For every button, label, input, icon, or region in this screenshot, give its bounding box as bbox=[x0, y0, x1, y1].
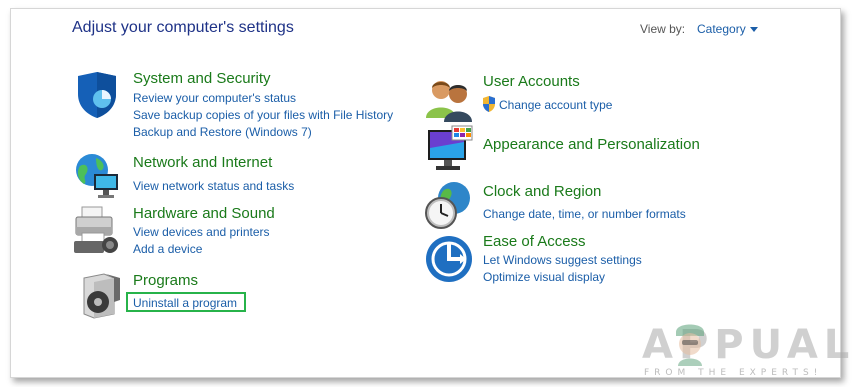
category-network-internet[interactable]: Network and Internet bbox=[133, 154, 272, 171]
category-hardware-sound[interactable]: Hardware and Sound bbox=[133, 205, 275, 222]
page-title: Adjust your computer's settings bbox=[72, 19, 294, 36]
chevron-down-icon[interactable] bbox=[750, 27, 758, 32]
clock-globe-icon bbox=[425, 182, 470, 229]
category-user-accounts[interactable]: User Accounts bbox=[483, 73, 580, 90]
printer-icon bbox=[74, 206, 118, 253]
link-add-device[interactable]: Add a device bbox=[133, 242, 202, 256]
view-by-dropdown[interactable]: Category bbox=[697, 22, 746, 36]
globe-network-icon bbox=[76, 154, 118, 198]
link-network-status[interactable]: View network status and tasks bbox=[133, 179, 294, 193]
users-icon bbox=[426, 81, 472, 122]
programs-disc-icon bbox=[83, 273, 120, 319]
link-backup-restore[interactable]: Backup and Restore (Windows 7) bbox=[133, 125, 312, 139]
watermark-tagline: FROM THE EXPERTS! bbox=[644, 368, 823, 378]
link-file-history[interactable]: Save backup copies of your files with Fi… bbox=[133, 108, 393, 122]
link-devices-printers[interactable]: View devices and printers bbox=[133, 225, 270, 239]
highlight-box bbox=[126, 292, 246, 312]
category-clock-region[interactable]: Clock and Region bbox=[483, 183, 601, 200]
monitor-palette-icon bbox=[428, 125, 473, 170]
link-date-time-formats[interactable]: Change date, time, or number formats bbox=[483, 207, 686, 221]
appuals-watermark: APPUALS FROM THE EXPERTS! bbox=[642, 318, 852, 384]
ease-of-access-icon bbox=[426, 236, 472, 282]
link-suggest-settings[interactable]: Let Windows suggest settings bbox=[483, 253, 642, 267]
link-optimize-display[interactable]: Optimize visual display bbox=[483, 270, 605, 284]
link-change-account-type[interactable]: Change account type bbox=[499, 98, 612, 112]
category-ease-of-access[interactable]: Ease of Access bbox=[483, 233, 586, 250]
category-system-security[interactable]: System and Security bbox=[133, 70, 271, 87]
link-review-status[interactable]: Review your computer's status bbox=[133, 91, 296, 105]
view-by-label: View by: bbox=[640, 22, 686, 36]
category-programs[interactable]: Programs bbox=[133, 272, 198, 289]
mascot-logo-icon bbox=[676, 324, 704, 366]
uac-shield-icon bbox=[483, 96, 495, 112]
category-appearance-personalization[interactable]: Appearance and Personalization bbox=[483, 136, 700, 153]
shield-icon bbox=[78, 72, 116, 118]
